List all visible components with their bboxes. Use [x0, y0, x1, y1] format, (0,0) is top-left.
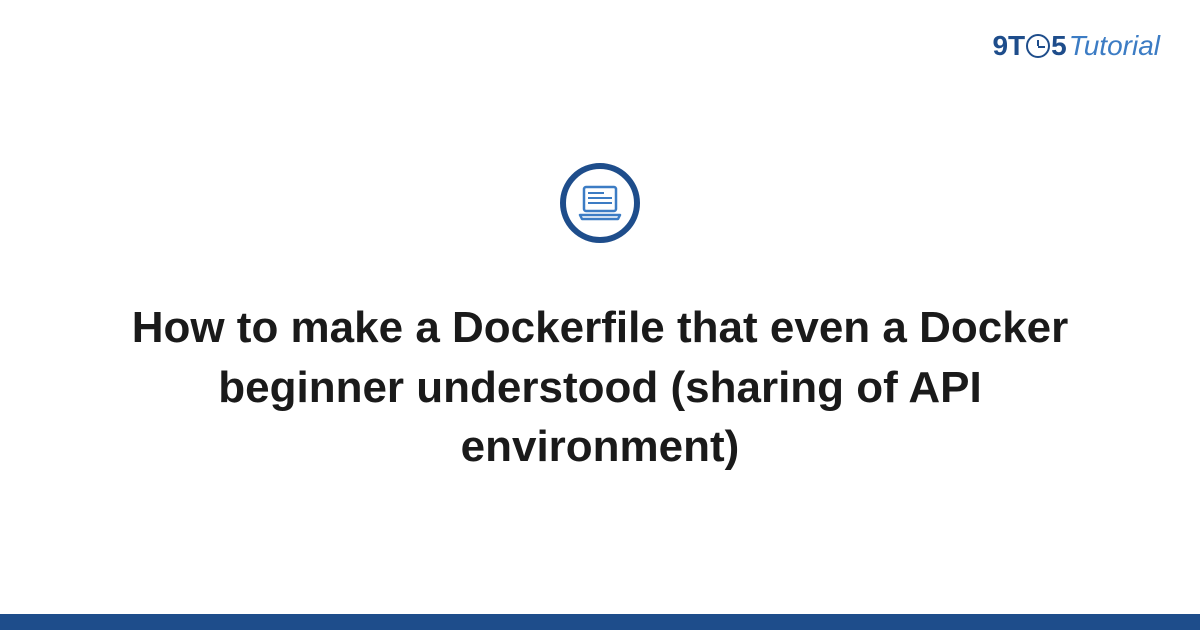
clock-icon [1026, 34, 1050, 58]
footer-accent-bar [0, 614, 1200, 630]
main-content: How to make a Dockerfile that even a Doc… [0, 0, 1200, 630]
brand-text-tutorial: Tutorial [1069, 30, 1160, 62]
brand-logo: 9T 5 Tutorial [992, 30, 1160, 62]
brand-text-9t: 9T [992, 30, 1025, 62]
article-icon-circle [560, 163, 640, 243]
brand-text-5: 5 [1051, 30, 1067, 62]
article-title: How to make a Dockerfile that even a Doc… [120, 298, 1080, 476]
laptop-icon [578, 185, 622, 221]
